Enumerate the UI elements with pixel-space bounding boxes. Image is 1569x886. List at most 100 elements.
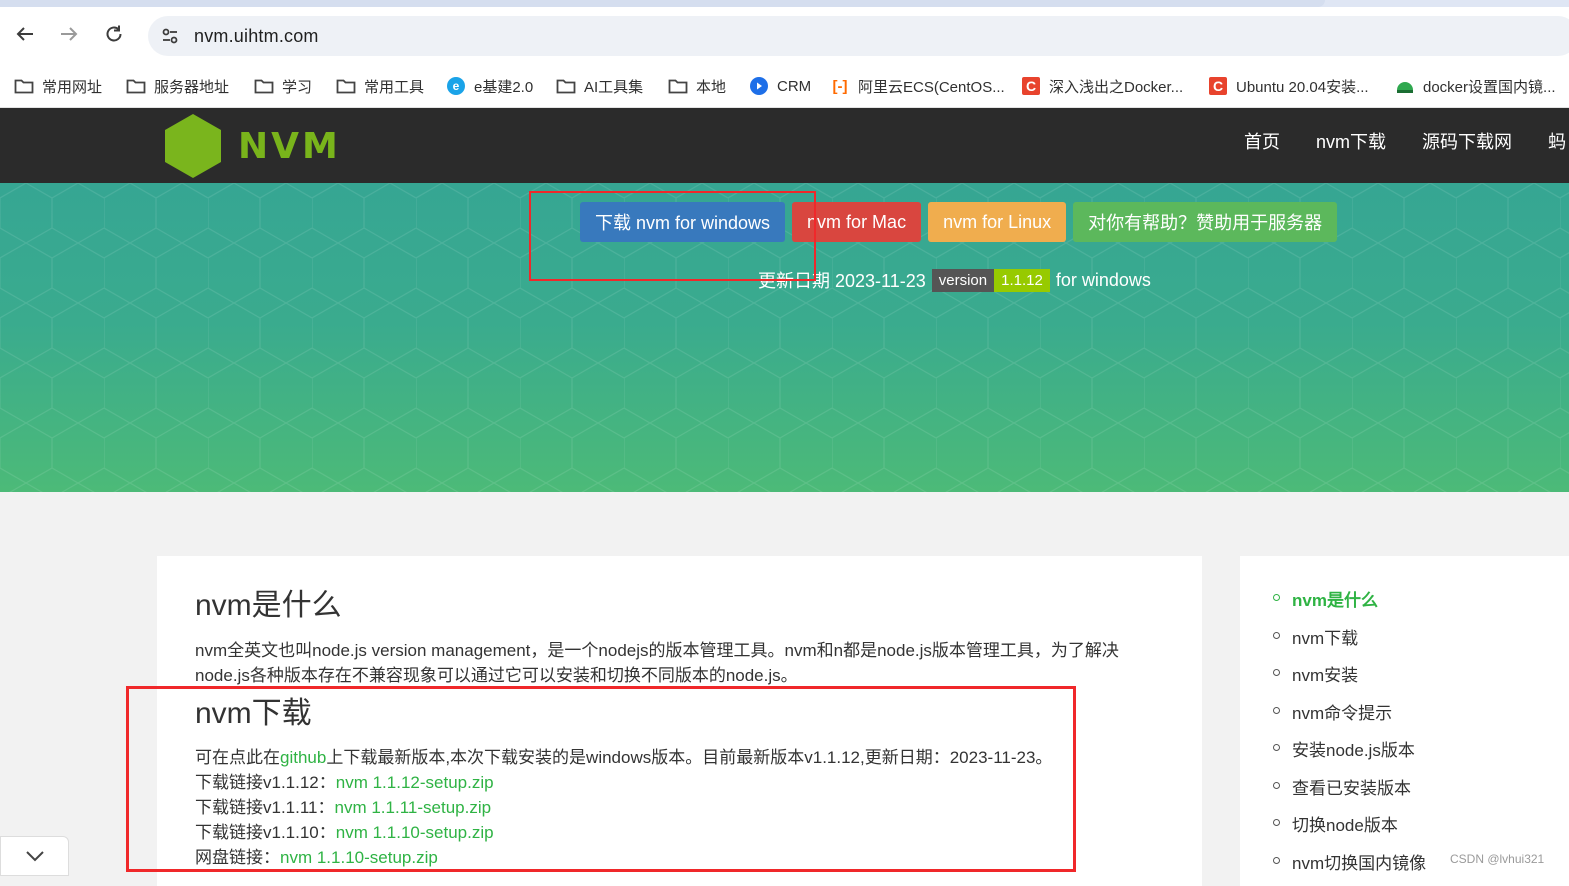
bullet-icon [1273, 819, 1280, 826]
bookmark-item[interactable]: e e基建2.0 [446, 74, 533, 98]
folder-icon [126, 76, 146, 96]
section-paragraph: nvm全英文也叫node.js version management，是一个no… [195, 638, 1155, 688]
download-row: 网盘链接：nvm 1.1.10-setup.zip [195, 845, 1052, 870]
bookmark-item[interactable]: 服务器地址 [126, 74, 229, 98]
bookmark-label: CRM [777, 78, 811, 95]
bookmark-item[interactable]: C 深入浅出之Docker... [1021, 74, 1183, 98]
bullet-icon [1273, 669, 1280, 676]
site-logo[interactable]: NVM [162, 112, 341, 180]
toc-item[interactable]: nvm切换国内镜像 [1270, 849, 1426, 886]
platform-text: for windows [1056, 270, 1151, 291]
update-date: 更新日期 2023-11-23 [758, 267, 926, 293]
bookmark-item[interactable]: docker设置国内镜... [1395, 74, 1556, 98]
download-row: 下载链接v1.1.10：nvm 1.1.10-setup.zip [195, 820, 1052, 845]
toc-label: 切换node版本 [1292, 811, 1398, 836]
bookmark-label: 服务器地址 [154, 76, 229, 97]
bookmark-label: Ubuntu 20.04安装... [1236, 76, 1369, 97]
download-linux-button[interactable]: nvm for Linux [928, 202, 1066, 242]
folder-icon [668, 76, 688, 96]
bullet-icon [1273, 782, 1280, 789]
download-file-link[interactable]: nvm 1.1.10-setup.zip [336, 823, 494, 842]
bullet-icon [1273, 707, 1280, 714]
bookmark-label: 深入浅出之Docker... [1049, 76, 1183, 97]
bookmark-label: 本地 [696, 76, 726, 97]
toc-label: nvm安装 [1292, 661, 1358, 686]
download-file-link[interactable]: nvm 1.1.11-setup.zip [335, 798, 492, 817]
download-file-link[interactable]: nvm 1.1.12-setup.zip [336, 773, 494, 792]
reload-button[interactable] [101, 21, 127, 47]
bookmark-item[interactable]: [-] 阿里云ECS(CentOS... [830, 74, 1005, 98]
download-buttons: 下载 nvm for windows nvm for Mac nvm for L… [580, 202, 1344, 242]
version-badge: version 1.1.12 [932, 269, 1050, 292]
toc-label: nvm切换国内镜像 [1292, 849, 1426, 874]
bookmark-item[interactable]: C Ubuntu 20.04安装... [1208, 74, 1369, 98]
bullet-icon [1273, 594, 1280, 601]
bookmark-label: AI工具集 [584, 76, 643, 97]
arrow-right-icon [58, 23, 80, 45]
toc-label: nvm下载 [1292, 624, 1358, 649]
toc-label: nvm是什么 [1292, 586, 1378, 611]
section-title-download: nvm下载 [195, 688, 312, 732]
toc-label: 查看已安装版本 [1292, 774, 1411, 799]
toc-item[interactable]: 安装node.js版本 [1270, 736, 1426, 774]
csdn-favicon: C [1208, 76, 1228, 96]
address-bar[interactable]: nvm.uihtm.com [148, 16, 1569, 56]
bookmark-label: 阿里云ECS(CentOS... [858, 76, 1005, 97]
bookmark-label: 常用网址 [42, 76, 102, 97]
logo-text: NVM [238, 126, 341, 167]
github-link[interactable]: github [280, 748, 326, 767]
toc-item[interactable]: 切换node版本 [1270, 811, 1426, 849]
bookmark-item[interactable]: CRM [749, 74, 811, 98]
arrow-left-icon [14, 23, 36, 45]
intro-text: 上下载最新版本,本次下载安装的是windows版本。目前最新版本v1.1.12,… [326, 748, 1052, 767]
tab-strip [0, 0, 1569, 7]
url-text[interactable]: nvm.uihtm.com [194, 26, 319, 47]
toc-item[interactable]: 查看已安装版本 [1270, 774, 1426, 812]
toc-item[interactable]: nvm下载 [1270, 624, 1426, 662]
folder-icon [556, 76, 576, 96]
donate-button[interactable]: 对你有帮助？赞助用于服务器 [1073, 202, 1337, 242]
bookmark-item[interactable]: 本地 [668, 74, 726, 98]
nav-link-source-download[interactable]: 源码下载网 [1422, 128, 1512, 154]
bookmark-label: docker设置国内镜... [1423, 76, 1556, 97]
bullet-icon [1273, 857, 1280, 864]
download-row: 下载链接v1.1.11：nvm 1.1.11-setup.zip [195, 795, 1052, 820]
hexagon-logo-icon [162, 112, 224, 180]
back-button[interactable] [12, 21, 38, 47]
chevron-down-icon [24, 849, 46, 863]
nav-link-nvm-download[interactable]: nvm下载 [1316, 128, 1386, 154]
hero-banner: 下载 nvm for windows nvm for Mac nvm for L… [0, 183, 1569, 492]
bookmark-item[interactable]: 学习 [254, 74, 312, 98]
toc-item[interactable]: nvm是什么 [1270, 586, 1426, 624]
forward-button[interactable] [56, 21, 82, 47]
download-label: 下载链接v1.1.10： [195, 823, 336, 842]
toc-item[interactable]: nvm安装 [1270, 661, 1426, 699]
nav-link-truncated[interactable]: 蚂 [1548, 128, 1566, 154]
update-info: 更新日期 2023-11-23 version 1.1.12 for windo… [758, 267, 1151, 293]
active-tab-edge[interactable] [0, 0, 1325, 7]
download-label: 下载链接v1.1.11： [195, 798, 335, 817]
bookmark-item[interactable]: 常用工具 [336, 74, 424, 98]
version-badge-label: version [932, 269, 994, 292]
nav-link-home[interactable]: 首页 [1244, 128, 1280, 154]
huan-favicon [1395, 76, 1415, 96]
bookmark-label: 常用工具 [364, 76, 424, 97]
section-title-what: nvm是什么 [195, 580, 342, 624]
download-mac-button[interactable]: nvm for Mac [792, 202, 921, 242]
bookmark-item[interactable]: 常用网址 [14, 74, 102, 98]
bookmarks-bar: 常用网址 服务器地址 学习 常用工具 e e基建2.0 AI工具集 本地 CRM… [0, 65, 1569, 108]
download-intro: 可在点此在github上下载最新版本,本次下载安装的是windows版本。目前最… [195, 745, 1052, 770]
download-windows-button[interactable]: 下载 nvm for windows [580, 202, 785, 242]
folder-icon [336, 76, 356, 96]
site-nav: 首页 nvm下载 源码下载网 蚂 [1244, 128, 1566, 154]
intro-text: 可在点此在 [195, 748, 280, 767]
collapse-toggle-button[interactable] [0, 836, 69, 876]
watermark: CSDN @lvhui321 [1450, 852, 1544, 866]
toc-item[interactable]: nvm命令提示 [1270, 699, 1426, 737]
csdn-favicon: C [1021, 76, 1041, 96]
bookmark-item[interactable]: AI工具集 [556, 74, 643, 98]
download-file-link[interactable]: nvm 1.1.10-setup.zip [280, 848, 438, 867]
site-settings-icon[interactable] [158, 24, 182, 48]
bookmark-label: e基建2.0 [474, 76, 533, 97]
table-of-contents: nvm是什么 nvm下载 nvm安装 nvm命令提示 安装node.js版本 查… [1270, 586, 1426, 886]
